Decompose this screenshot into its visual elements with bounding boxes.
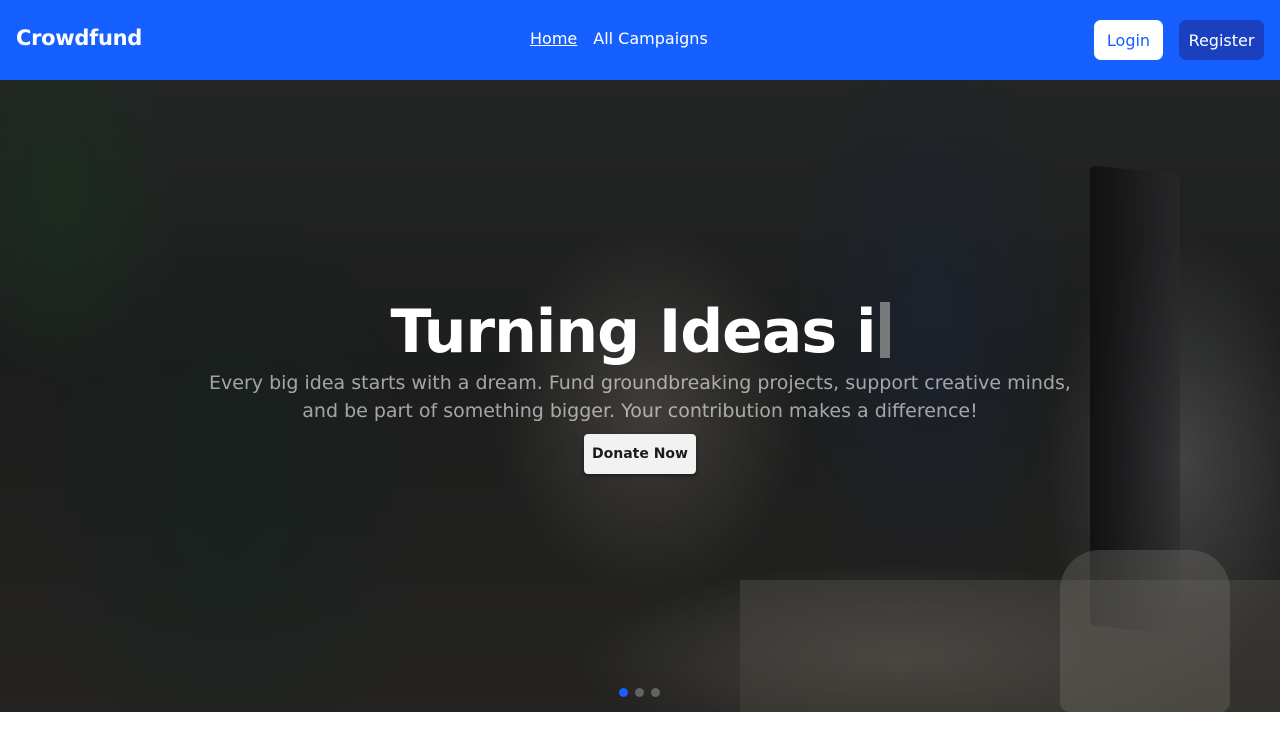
login-button[interactable]: Login: [1094, 20, 1163, 60]
brand-logo-text[interactable]: Crowdfund: [16, 26, 142, 50]
hero-carousel: Turning Ideas i Every big idea starts wi…: [0, 80, 1280, 712]
carousel-dot-1[interactable]: [619, 688, 628, 697]
nav-links: Home All Campaigns: [530, 29, 708, 48]
typing-cursor: [879, 302, 890, 358]
register-button[interactable]: Register: [1179, 20, 1264, 60]
hero-subtitle: Every big idea starts with a dream. Fund…: [209, 372, 1071, 422]
carousel-dot-3[interactable]: [651, 688, 660, 697]
carousel-indicators: [619, 688, 660, 697]
nav-link-all-campaigns[interactable]: All Campaigns: [593, 29, 708, 48]
nav-link-home[interactable]: Home: [530, 29, 577, 48]
hero-title: Turning Ideas i: [0, 296, 1280, 368]
top-navbar: Crowdfund Home All Campaigns Login Regis…: [0, 0, 1280, 80]
carousel-dot-2[interactable]: [635, 688, 644, 697]
donate-now-button[interactable]: Donate Now: [584, 434, 696, 474]
hero-title-text: Turning Ideas i: [390, 297, 876, 367]
